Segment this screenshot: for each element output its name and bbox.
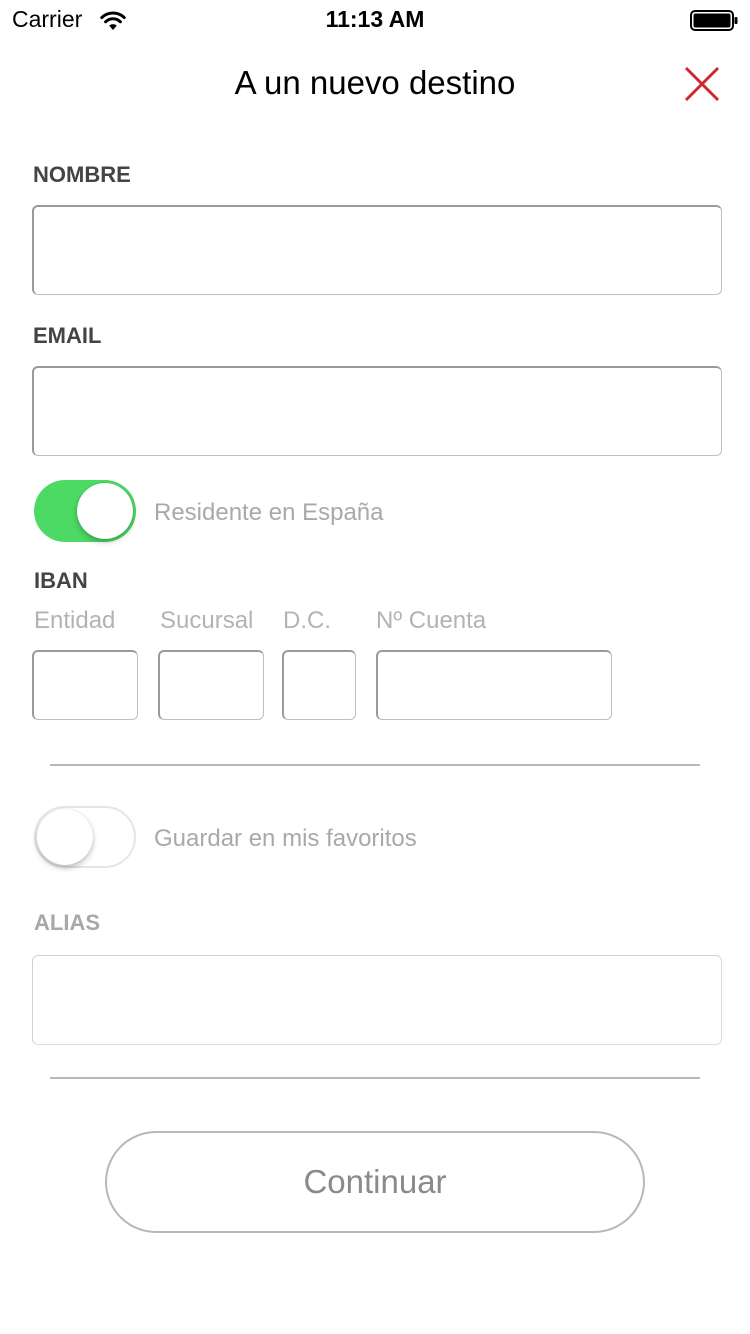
email-label: EMAIL	[33, 323, 102, 348]
dc-input[interactable]	[282, 650, 356, 720]
close-icon	[684, 66, 720, 102]
divider	[50, 1077, 700, 1079]
resident-toggle[interactable]	[34, 480, 136, 542]
cuenta-input[interactable]	[376, 650, 612, 720]
email-input[interactable]	[32, 366, 722, 456]
alias-label: ALIAS	[34, 910, 100, 935]
dc-label: D.C.	[283, 607, 331, 634]
status-time: 11:13 AM	[325, 6, 425, 32]
nombre-label: NOMBRE	[33, 162, 131, 187]
entidad-input[interactable]	[32, 650, 138, 720]
sucursal-input[interactable]	[158, 650, 264, 720]
toggle-knob	[77, 483, 133, 539]
close-button[interactable]	[680, 62, 724, 106]
cuenta-label: Nº Cuenta	[376, 607, 487, 634]
page-title: A un nuevo destino	[234, 64, 516, 101]
favorites-label: Guardar en mis favoritos	[154, 825, 417, 852]
iban-label: IBAN	[34, 568, 88, 593]
battery-full-icon	[690, 10, 738, 31]
resident-label: Residente en España	[154, 499, 384, 526]
nombre-input[interactable]	[32, 205, 722, 295]
continue-button[interactable]: Continuar	[105, 1131, 645, 1233]
toggle-knob	[37, 809, 93, 865]
entidad-label: Entidad	[34, 607, 116, 634]
alias-input[interactable]	[32, 955, 722, 1045]
sucursal-label: Sucursal	[160, 607, 254, 634]
divider	[50, 764, 700, 766]
favorites-toggle[interactable]	[34, 806, 136, 868]
